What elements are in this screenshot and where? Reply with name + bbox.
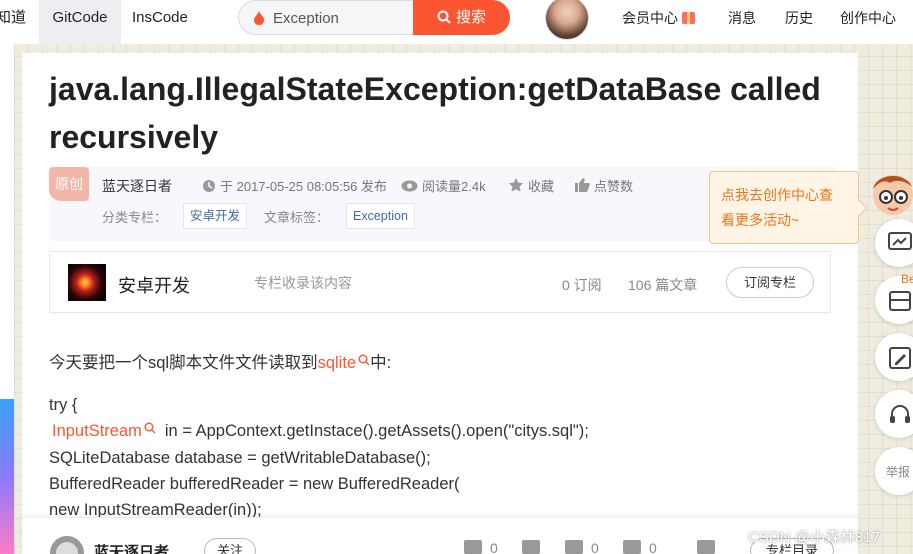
author-name[interactable]: 蓝天逐日者	[102, 176, 172, 196]
eye-icon	[401, 180, 418, 192]
watermark: CSDN @小森林817	[748, 529, 880, 546]
bottom-author-name[interactable]: 蓝天逐日者	[94, 541, 169, 554]
bottom-author-avatar[interactable]	[50, 536, 84, 554]
nav-history[interactable]: 历史	[785, 0, 813, 36]
column-name[interactable]: 安卓开发	[118, 272, 190, 298]
mascot-icon[interactable]	[866, 171, 913, 227]
user-avatar[interactable]	[545, 0, 589, 40]
share-icon	[697, 540, 715, 554]
search-button-label: 搜索	[455, 9, 486, 26]
search-button[interactable]: 搜索	[413, 0, 510, 35]
column-subscribers: 0 订阅	[562, 277, 602, 293]
search-icon	[144, 422, 156, 434]
nav-item-inscode[interactable]: InsCode	[132, 0, 188, 44]
bottom-favorite-count: 0	[591, 540, 599, 554]
favorite-label: 收藏	[528, 179, 555, 194]
thumbs-up-icon	[464, 540, 482, 554]
favorite-action[interactable]: 收藏	[508, 176, 554, 195]
popup-line-2: 看更多活动~	[721, 212, 800, 228]
column-article-count: 106 篇文章	[628, 277, 698, 293]
follow-button[interactable]: 关注	[204, 538, 256, 554]
intro-text-end: 中:	[370, 354, 392, 372]
side-label-be: Be	[901, 272, 913, 286]
column-desc: 专栏收录该内容	[254, 275, 352, 291]
ticket-icon	[889, 291, 911, 311]
nav-item-zhidao[interactable]: 知道	[0, 0, 34, 44]
thumbs-up-icon	[575, 178, 590, 192]
sqlite-link[interactable]: sqlite	[318, 354, 371, 372]
read-count-text: 阅读量2.4k	[422, 179, 486, 194]
article-title: java.lang.IllegalStateException:getDataB…	[49, 71, 821, 155]
chart-icon	[888, 232, 912, 250]
fire-icon	[254, 11, 264, 25]
sqlite-link-text: sqlite	[317, 354, 357, 372]
top-nav: 知道 GitCode InsCode 搜索 会员中心 消息 历史 创作中心	[0, 0, 913, 44]
publish-date: 于 2017-05-25 08:05:56 发布	[202, 176, 387, 195]
bottom-toolbar: 蓝天逐日者 关注 0 0 0 专栏目录	[22, 517, 858, 554]
comment-icon	[522, 540, 540, 554]
left-ad-strip	[0, 44, 14, 554]
nav-item-gitcode[interactable]: GitCode	[39, 0, 121, 44]
left-ad-image[interactable]	[0, 399, 14, 554]
clock-icon	[203, 180, 215, 192]
side-write-button[interactable]	[875, 333, 913, 381]
side-support-button[interactable]	[875, 390, 913, 438]
bottom-comments[interactable]: 0	[623, 540, 657, 554]
intro-text: 今天要把一个sql脚本文件文件读取到	[49, 354, 318, 372]
column-logo[interactable]	[68, 264, 106, 301]
popup-line-1: 点我去创作中心查	[721, 187, 833, 203]
star-icon	[565, 540, 583, 554]
original-badge: 原创	[49, 167, 89, 201]
read-count: 阅读量2.4k	[401, 176, 486, 195]
tags-label: 文章标签：	[264, 210, 330, 225]
publish-date-text: 于 2017-05-25 08:05:56 发布	[220, 179, 387, 194]
nav-vip-center[interactable]: 会员中心	[622, 0, 695, 36]
article-tag[interactable]: Exception	[346, 203, 415, 229]
article-container: java.lang.IllegalStateException:getDataB…	[22, 53, 858, 554]
category-tag[interactable]: 安卓开发	[183, 203, 248, 229]
bottom-like-count: 0	[490, 540, 498, 554]
side-report-button[interactable]: 举报	[875, 447, 913, 495]
code-line-1: try {	[49, 396, 78, 414]
inputstream-link-text: InputStream	[52, 422, 142, 440]
like-label: 点赞数	[594, 179, 634, 194]
bottom-comments-count: 0	[649, 540, 657, 554]
code-line-2-text: in = AppContext.getInstace().getAssets()…	[164, 422, 589, 440]
code-line-2: InputStream in = AppContext.getInstace().…	[49, 422, 589, 441]
edit-icon	[889, 347, 911, 369]
intro-paragraph: 今天要把一个sql脚本文件文件读取到sqlite 中:	[49, 349, 391, 373]
bottom-like[interactable]: 0	[464, 540, 498, 554]
nav-messages[interactable]: 消息	[728, 0, 756, 36]
report-label: 举报	[886, 465, 911, 479]
category-label: 分类专栏：	[102, 210, 168, 225]
subscribe-column-button[interactable]: 订阅专栏	[726, 267, 814, 298]
code-line-4: BufferedReader bufferedReader = new Buff…	[49, 475, 460, 493]
nav-vip-label: 会员中心	[622, 10, 678, 26]
star-icon	[508, 178, 524, 192]
search-input[interactable]	[273, 7, 433, 29]
column-card: 安卓开发 专栏收录该内容 0 订阅 106 篇文章 订阅专栏	[49, 251, 831, 313]
message-icon	[623, 540, 641, 554]
bottom-comment[interactable]	[522, 540, 548, 554]
gift-icon	[682, 12, 695, 24]
nav-creator-center[interactable]: 创作中心	[840, 0, 896, 36]
bottom-share[interactable]	[697, 540, 723, 554]
search-icon	[437, 10, 451, 24]
creator-center-popup[interactable]: 点我去创作中心查 看更多活动~	[709, 171, 859, 244]
headset-icon	[890, 405, 910, 423]
like-action[interactable]: 点赞数	[574, 176, 633, 195]
code-line-3: SQLiteDatabase database = getWritableDat…	[49, 449, 431, 467]
search-icon	[358, 354, 370, 366]
inputstream-link[interactable]: InputStream	[52, 422, 156, 440]
bottom-favorite[interactable]: 0	[565, 540, 599, 554]
